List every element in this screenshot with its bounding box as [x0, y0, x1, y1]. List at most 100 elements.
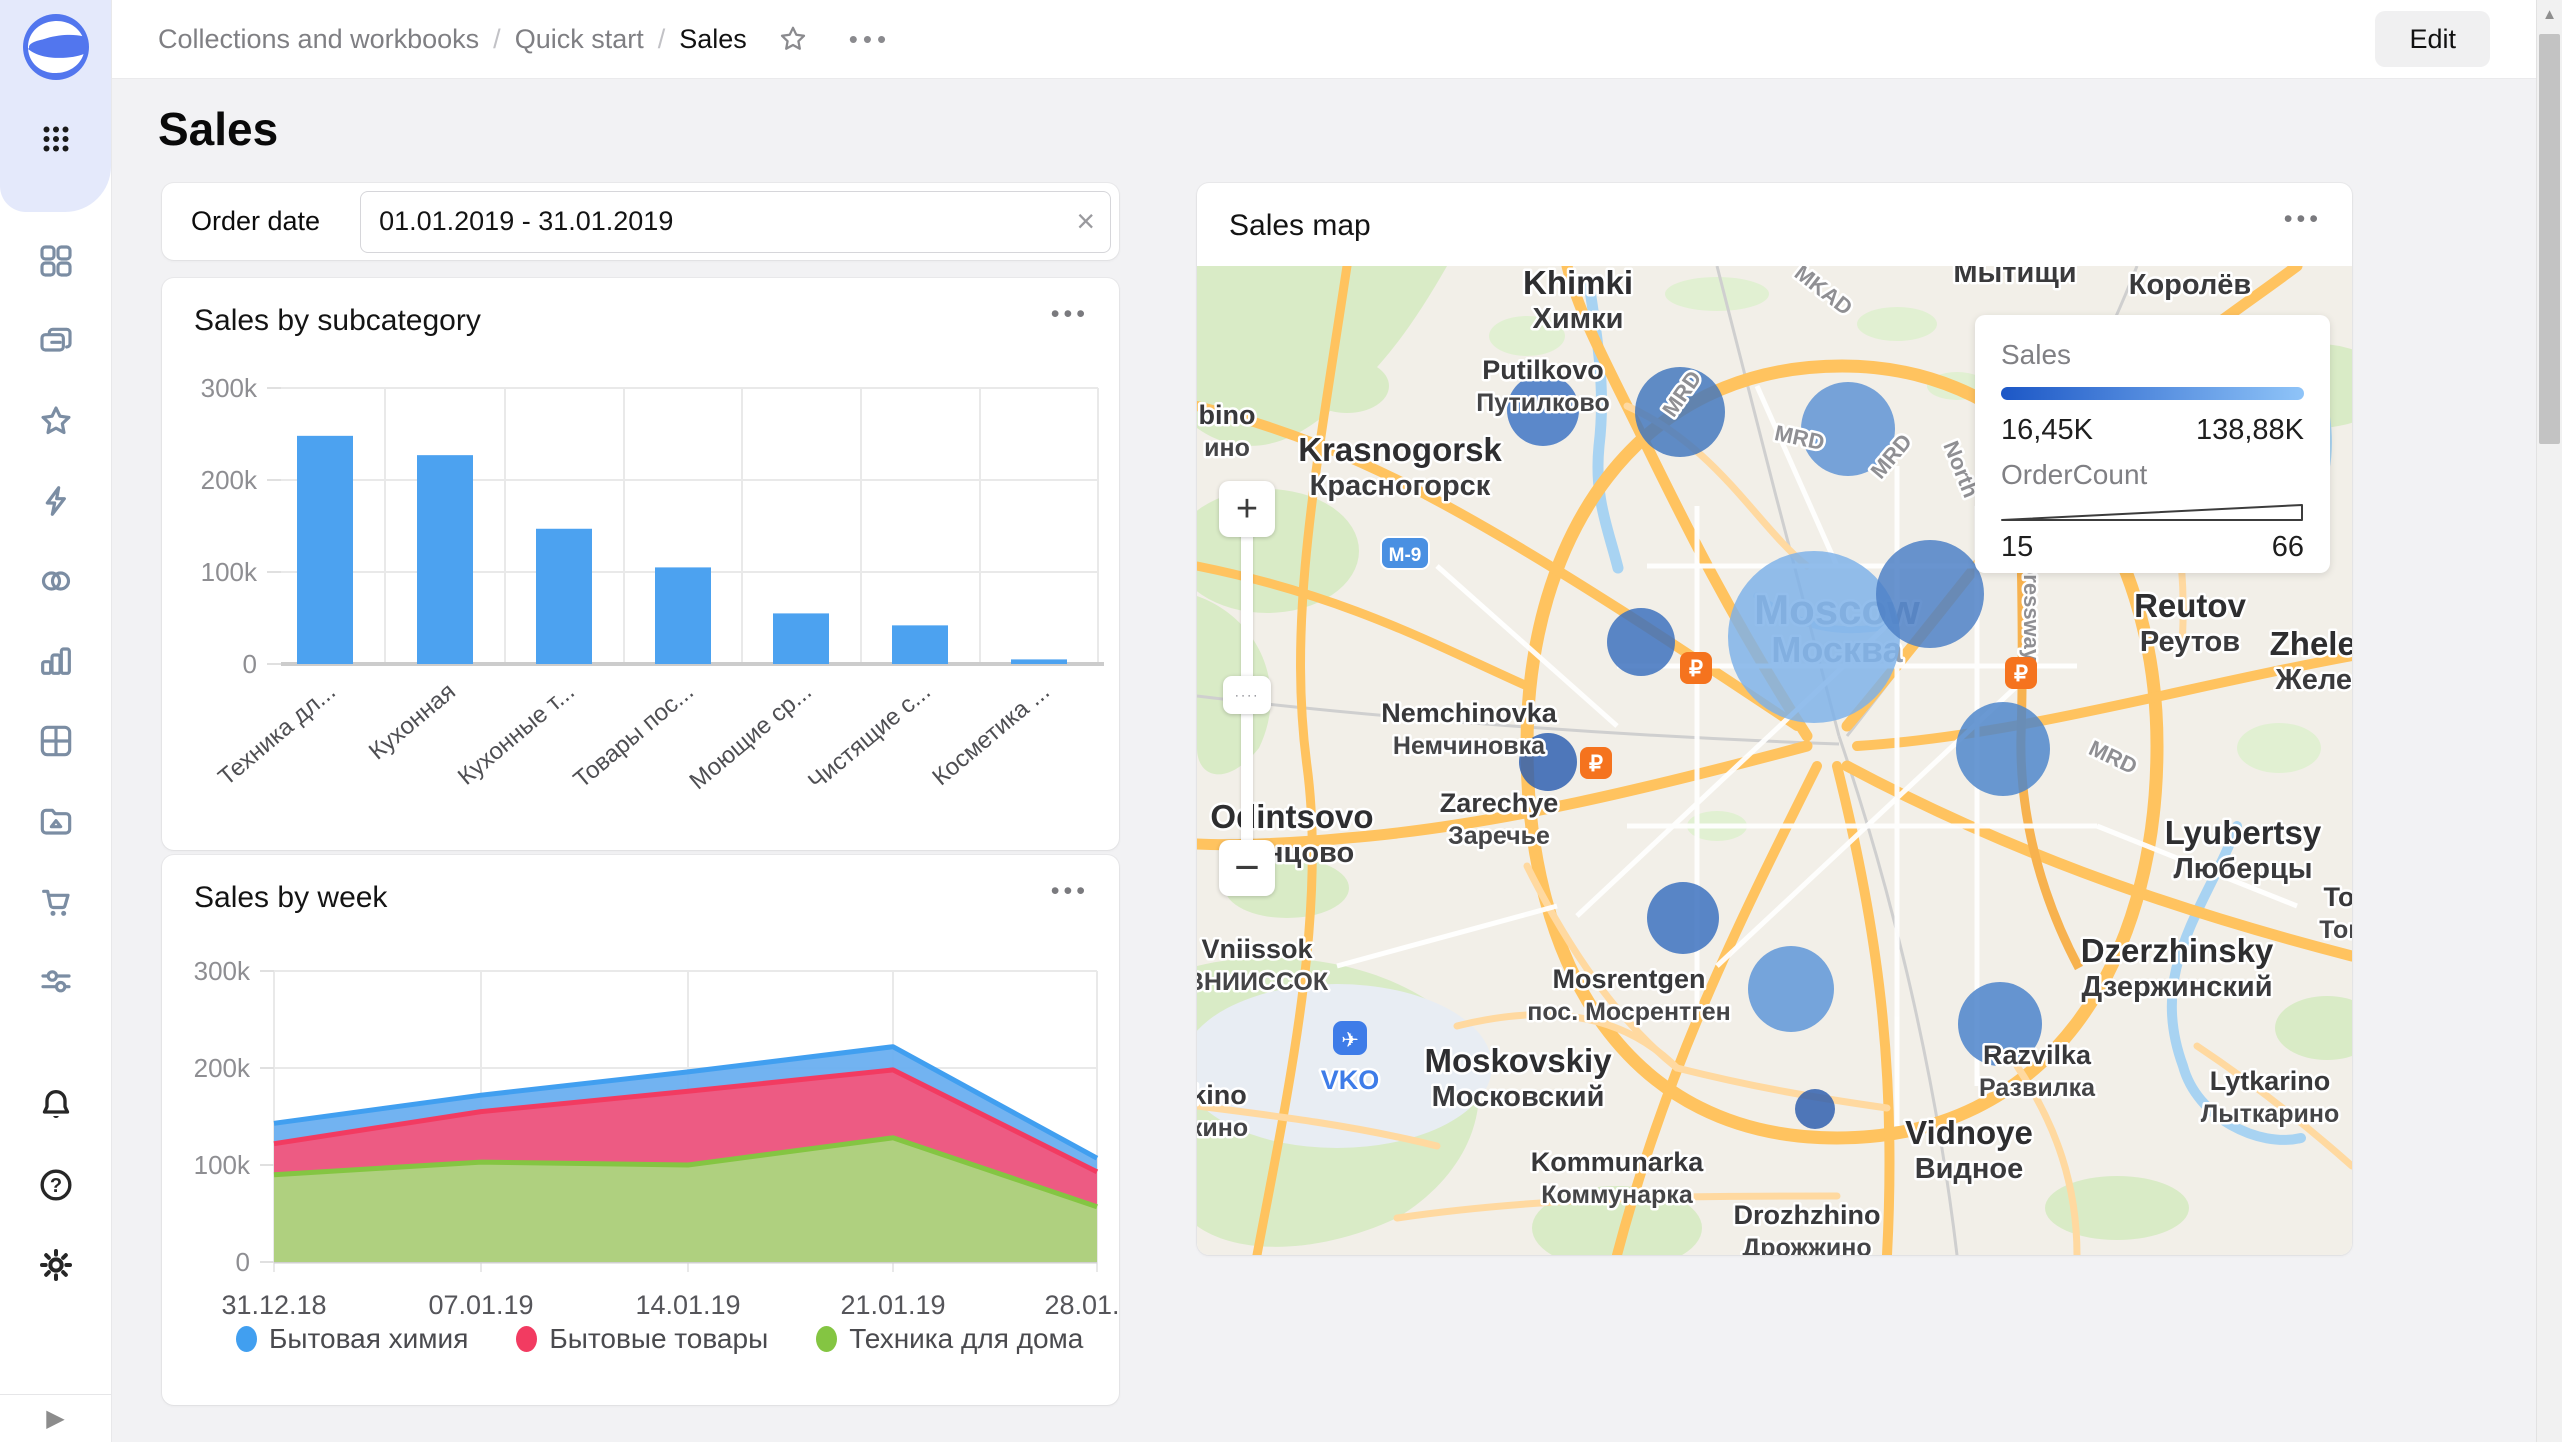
svg-text:0: 0 — [236, 1247, 250, 1277]
svg-text:?: ? — [49, 1175, 61, 1197]
legend-dot — [816, 1326, 837, 1352]
map-place-label-ru: Видное — [1915, 1153, 2024, 1185]
zoom-in-button[interactable]: + — [1219, 481, 1275, 537]
map-place-label: Zarechye — [1440, 788, 1559, 818]
more-actions-button[interactable]: ••• — [849, 24, 891, 55]
svg-text:Моющие ср...: Моющие ср... — [684, 678, 816, 795]
sales-by-subcategory-card: 300k200k100k0Техника дл...КухоннаяКухонн… — [162, 278, 1119, 850]
sales-bubble[interactable] — [1647, 882, 1719, 954]
legend-item[interactable]: Техника для дома — [816, 1323, 1083, 1355]
sidebar-item-collections[interactable] — [27, 312, 85, 370]
sales-gradient-bar — [2001, 387, 2304, 400]
map-place-label-ru: Химки — [1533, 303, 1624, 335]
sales-bubble[interactable] — [1728, 551, 1900, 723]
chart-menu-button[interactable]: ••• — [1051, 877, 1089, 906]
folder-upload-icon — [36, 801, 76, 841]
map-place-label: Nemchinovka — [1381, 698, 1558, 728]
scrollbar-up-arrow[interactable]: ▲ — [2537, 6, 2562, 23]
sales-bubble[interactable] — [1956, 702, 2050, 796]
order-date-input[interactable] — [360, 191, 1111, 253]
datalens-logo[interactable] — [21, 12, 91, 82]
cart-icon — [36, 881, 76, 921]
sales-bubble[interactable] — [1876, 540, 1984, 648]
map-menu-button[interactable]: ••• — [2284, 205, 2322, 234]
sidebar-item-connections[interactable] — [27, 552, 85, 610]
map-place-label: Krasnogorsk — [1298, 431, 1502, 468]
svg-text:Косметика ...: Косметика ... — [927, 678, 1055, 791]
sales-bubble[interactable] — [1607, 608, 1675, 676]
chart-title-week: Sales by week — [194, 881, 387, 915]
zoom-slider-handle[interactable]: ∙∙∙∙ — [1223, 676, 1271, 714]
map-legend: Sales 16,45K 138,88K OrderCount 15 66 — [1975, 315, 2330, 573]
notifications-button[interactable] — [27, 1076, 85, 1134]
sidebar-item-charts[interactable] — [27, 632, 85, 690]
gear-icon — [36, 1245, 76, 1285]
svg-text:07.01.19: 07.01.19 — [428, 1290, 533, 1320]
page-title: Sales — [158, 102, 278, 156]
map-place-label: Kommunarka — [1531, 1147, 1705, 1177]
chart-menu-button[interactable]: ••• — [1051, 300, 1089, 329]
map-place-label: To — [2324, 882, 2352, 912]
datalens-logo-icon — [21, 12, 91, 82]
sidebar-item-editor[interactable] — [27, 472, 85, 530]
ruble-icon: ₽ — [2014, 661, 2028, 686]
lightning-icon — [36, 481, 76, 521]
map-place-label-ru: Путилково — [1476, 389, 1609, 417]
map-place-label-ru: Реутов — [2140, 626, 2240, 658]
help-button[interactable]: ? — [27, 1156, 85, 1214]
sidebar-item-files[interactable] — [27, 792, 85, 850]
map-legend-sales-label: Sales — [2001, 339, 2304, 371]
map-place-label-ru: ино — [1204, 434, 1250, 462]
legend-item[interactable]: Бытовые товары — [516, 1323, 768, 1355]
sales-bubble[interactable] — [1748, 946, 1834, 1032]
svg-text:31.12.18: 31.12.18 — [221, 1290, 326, 1320]
scrollbar-thumb[interactable] — [2539, 34, 2560, 444]
play-icon: ▶ — [46, 1404, 64, 1433]
sidebar-expand-button[interactable]: ▶ — [0, 1394, 111, 1442]
top-bar: Collections and workbooks / Quick start … — [111, 0, 2562, 79]
map-place-label-ru: кино — [1197, 1114, 1248, 1142]
map-place-label: bino — [1199, 400, 1256, 430]
map-place-label-ru: Красногорск — [1310, 470, 1491, 502]
breadcrumb-separator: / — [493, 24, 501, 55]
edit-button[interactable]: Edit — [2375, 11, 2490, 67]
subcategory-bar-chart[interactable]: 300k200k100k0Техника дл...КухоннаяКухонн… — [162, 278, 1119, 850]
sidebar-item-dashboards[interactable] — [27, 232, 85, 290]
svg-text:100k: 100k — [201, 557, 258, 587]
order-date-filter-card: Order date × — [162, 183, 1119, 260]
sales-bubble[interactable] — [1795, 1089, 1835, 1129]
zoom-out-button[interactable]: − — [1219, 840, 1275, 896]
map-place-label-ru: Коммунарка — [1541, 1181, 1694, 1209]
breadcrumb-current: Sales — [679, 24, 747, 55]
breadcrumb-separator: / — [658, 24, 666, 55]
chart-title-subcategory: Sales by subcategory — [194, 304, 481, 338]
map-place-label: Mosrentgen — [1552, 964, 1705, 994]
window-scrollbar[interactable]: ▲ — [2536, 0, 2562, 1442]
svg-text:100k: 100k — [194, 1150, 251, 1180]
breadcrumb-collections[interactable]: Collections and workbooks — [158, 24, 479, 55]
order-date-label: Order date — [191, 206, 320, 237]
map-place-label: Drozhzhino — [1734, 1200, 1881, 1230]
sidebar-item-favorites[interactable] — [27, 392, 85, 450]
clear-filter-icon[interactable]: × — [1076, 205, 1095, 237]
ruble-icon: ₽ — [1589, 751, 1603, 776]
svg-text:28.01.19: 28.01.19 — [1044, 1290, 1119, 1320]
legend-item[interactable]: Бытовая химия — [236, 1323, 468, 1355]
apps-grid-icon[interactable] — [33, 116, 79, 162]
favorite-star-button[interactable] — [777, 23, 809, 55]
legend-label: Техника для дома — [849, 1323, 1083, 1355]
sidebar-item-datasets[interactable] — [27, 712, 85, 770]
breadcrumb-quick-start[interactable]: Quick start — [515, 24, 644, 55]
screen: ? ▶ Collections and workbooks / Quick st… — [0, 0, 2562, 1442]
map-place-label-ru: Развилка — [1979, 1074, 2096, 1102]
week-chart-legend: Бытовая химия Бытовые товары Техника для д… — [236, 1323, 1083, 1355]
left-sidebar: ? ▶ — [0, 0, 112, 1442]
settings-button[interactable] — [27, 1236, 85, 1294]
svg-text:14.01.19: 14.01.19 — [635, 1290, 740, 1320]
sidebar-item-marketplace[interactable] — [27, 872, 85, 930]
map-title: Sales map — [1229, 209, 1371, 243]
sidebar-item-service-settings[interactable] — [27, 952, 85, 1010]
collections-icon — [36, 321, 76, 361]
sales-by-week-card: 300k200k100k031.12.1807.01.1914.01.1921.… — [162, 855, 1119, 1405]
legend-dot — [516, 1326, 537, 1352]
